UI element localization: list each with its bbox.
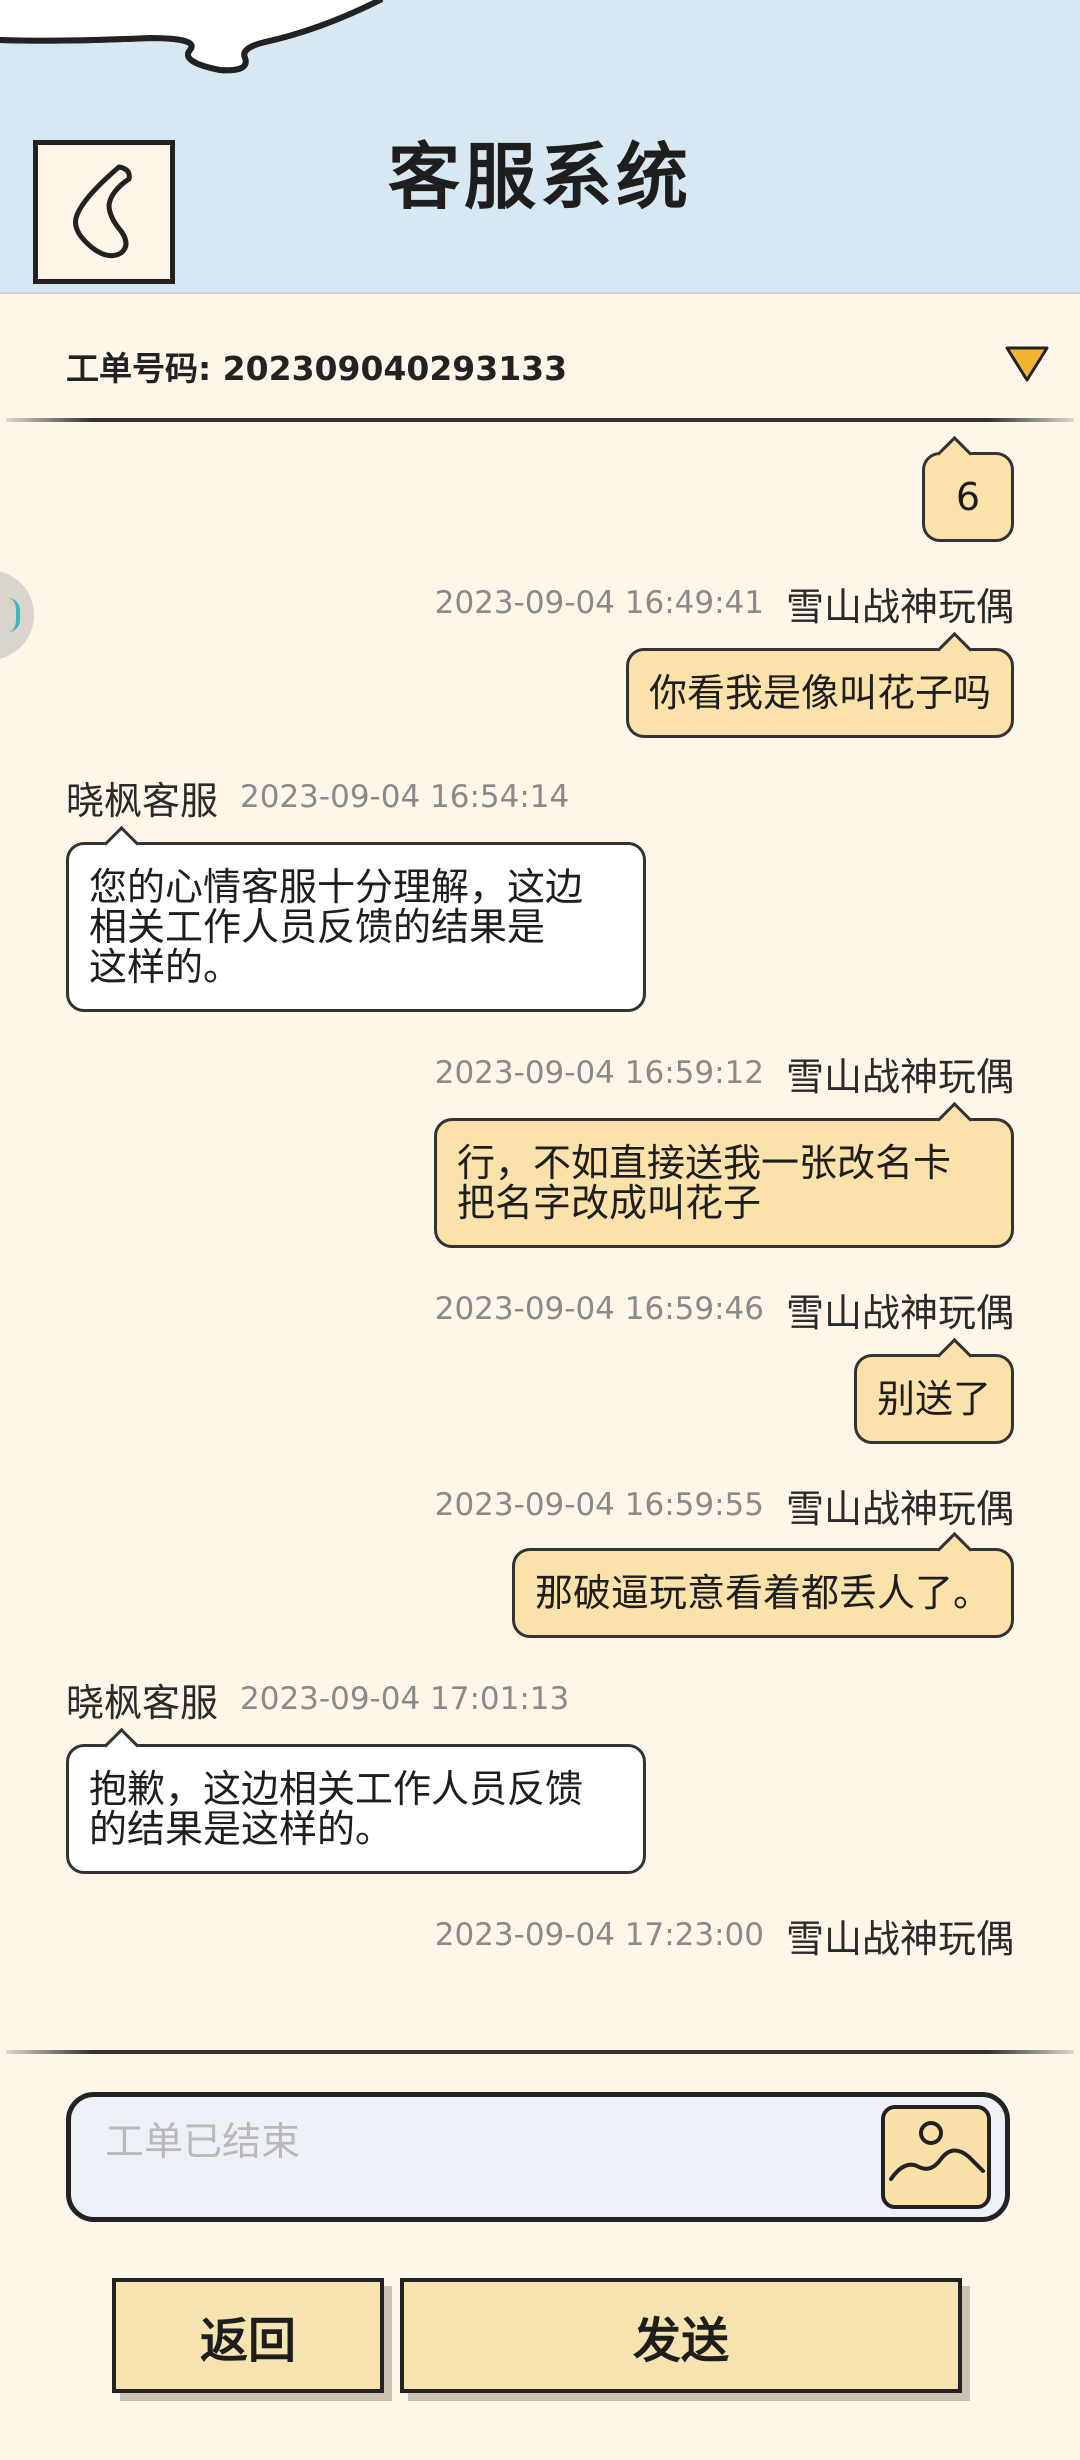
sender-name: 雪山战神玩偶 — [785, 584, 1014, 629]
app-header: 客服系统 — [0, 0, 1080, 294]
message-bubble-user: 别送了 — [853, 1354, 1014, 1444]
message-bubble-agent: 抱歉，这边相关工作人员反馈 的结果是这样的。 — [66, 1744, 646, 1874]
message-time: 2023-09-04 16:54:14 — [240, 779, 570, 815]
side-handle[interactable] — [0, 570, 34, 660]
message-text: 6 — [955, 475, 981, 519]
message-time: 2023-09-04 17:23:00 — [434, 1917, 764, 1953]
sender-name: 雪山战神玩偶 — [785, 1054, 1014, 1099]
message-meta: 2023-09-04 17:23:00 雪山战神玩偶 — [434, 1912, 1014, 1961]
sender-name: 雪山战神玩偶 — [785, 1290, 1014, 1335]
message-meta: 2023-09-04 16:59:12 雪山战神玩偶 — [434, 1050, 1014, 1099]
message-bubble-user: 那破逼玩意看着都丢人了。 — [511, 1548, 1014, 1638]
message-meta: 晓枫客服 2023-09-04 17:01:13 — [66, 1676, 570, 1725]
page-title: 客服系统 — [387, 135, 692, 219]
message-time: 2023-09-04 16:59:12 — [434, 1055, 764, 1091]
message-meta: 晓枫客服 2023-09-04 16:54:14 — [66, 774, 570, 823]
sender-name: 雪山战神玩偶 — [785, 1486, 1014, 1531]
divider — [6, 2050, 1074, 2054]
message-text: 那破逼玩意看着都丢人了。 — [534, 1571, 991, 1615]
message-time: 2023-09-04 16:59:55 — [434, 1487, 764, 1523]
message-meta: 2023-09-04 16:59:55 雪山战神玩偶 — [434, 1482, 1014, 1531]
sender-name: 晓枫客服 — [66, 1680, 219, 1725]
message-time: 2023-09-04 16:59:46 — [434, 1291, 764, 1327]
message-bubble-user: 6 — [922, 452, 1014, 542]
message-input[interactable]: 工单已结束 — [66, 2092, 1010, 2222]
image-button[interactable] — [881, 2105, 991, 2209]
message-bubble-user: 你看我是像叫花子吗 — [625, 648, 1014, 738]
ticket-number: 工单号码: 202309040293133 — [66, 349, 568, 388]
message-time: 2023-09-04 16:49:41 — [434, 585, 764, 621]
message-text: 你看我是像叫花子吗 — [648, 671, 991, 715]
image-picture-icon — [889, 2121, 985, 2181]
message-bubble-agent: 您的心情客服十分理解，这边 相关工作人员反馈的结果是 这样的。 — [66, 842, 646, 1012]
divider — [6, 418, 1074, 422]
message-text: 别送了 — [876, 1377, 991, 1421]
send-button[interactable]: 发送 — [400, 2278, 962, 2393]
sender-name: 晓枫客服 — [66, 778, 219, 823]
message-meta: 2023-09-04 16:59:46 雪山战神玩偶 — [434, 1286, 1014, 1335]
back-text-button[interactable]: 返回 — [112, 2278, 384, 2393]
triangle-down-icon[interactable] — [1004, 344, 1050, 384]
cloud-decoration-icon — [0, 0, 383, 74]
message-text: 您的心情客服十分理解，这边 相关工作人员反馈的结果是 这样的。 — [89, 865, 584, 989]
message-meta: 2023-09-04 16:49:41 雪山战神玩偶 — [434, 580, 1014, 629]
input-placeholder: 工单已结束 — [105, 2120, 301, 2165]
sender-name: 雪山战神玩偶 — [785, 1916, 1014, 1961]
message-text: 行，不如直接送我一张改名卡 把名字改成叫花子 — [457, 1141, 952, 1225]
ticket-bar[interactable]: 工单号码: 202309040293133 — [0, 310, 1080, 418]
message-bubble-user: 行，不如直接送我一张改名卡 把名字改成叫花子 — [434, 1118, 1014, 1248]
message-text: 抱歉，这边相关工作人员反馈 的结果是这样的。 — [89, 1767, 584, 1851]
message-time: 2023-09-04 17:01:13 — [240, 1681, 570, 1717]
